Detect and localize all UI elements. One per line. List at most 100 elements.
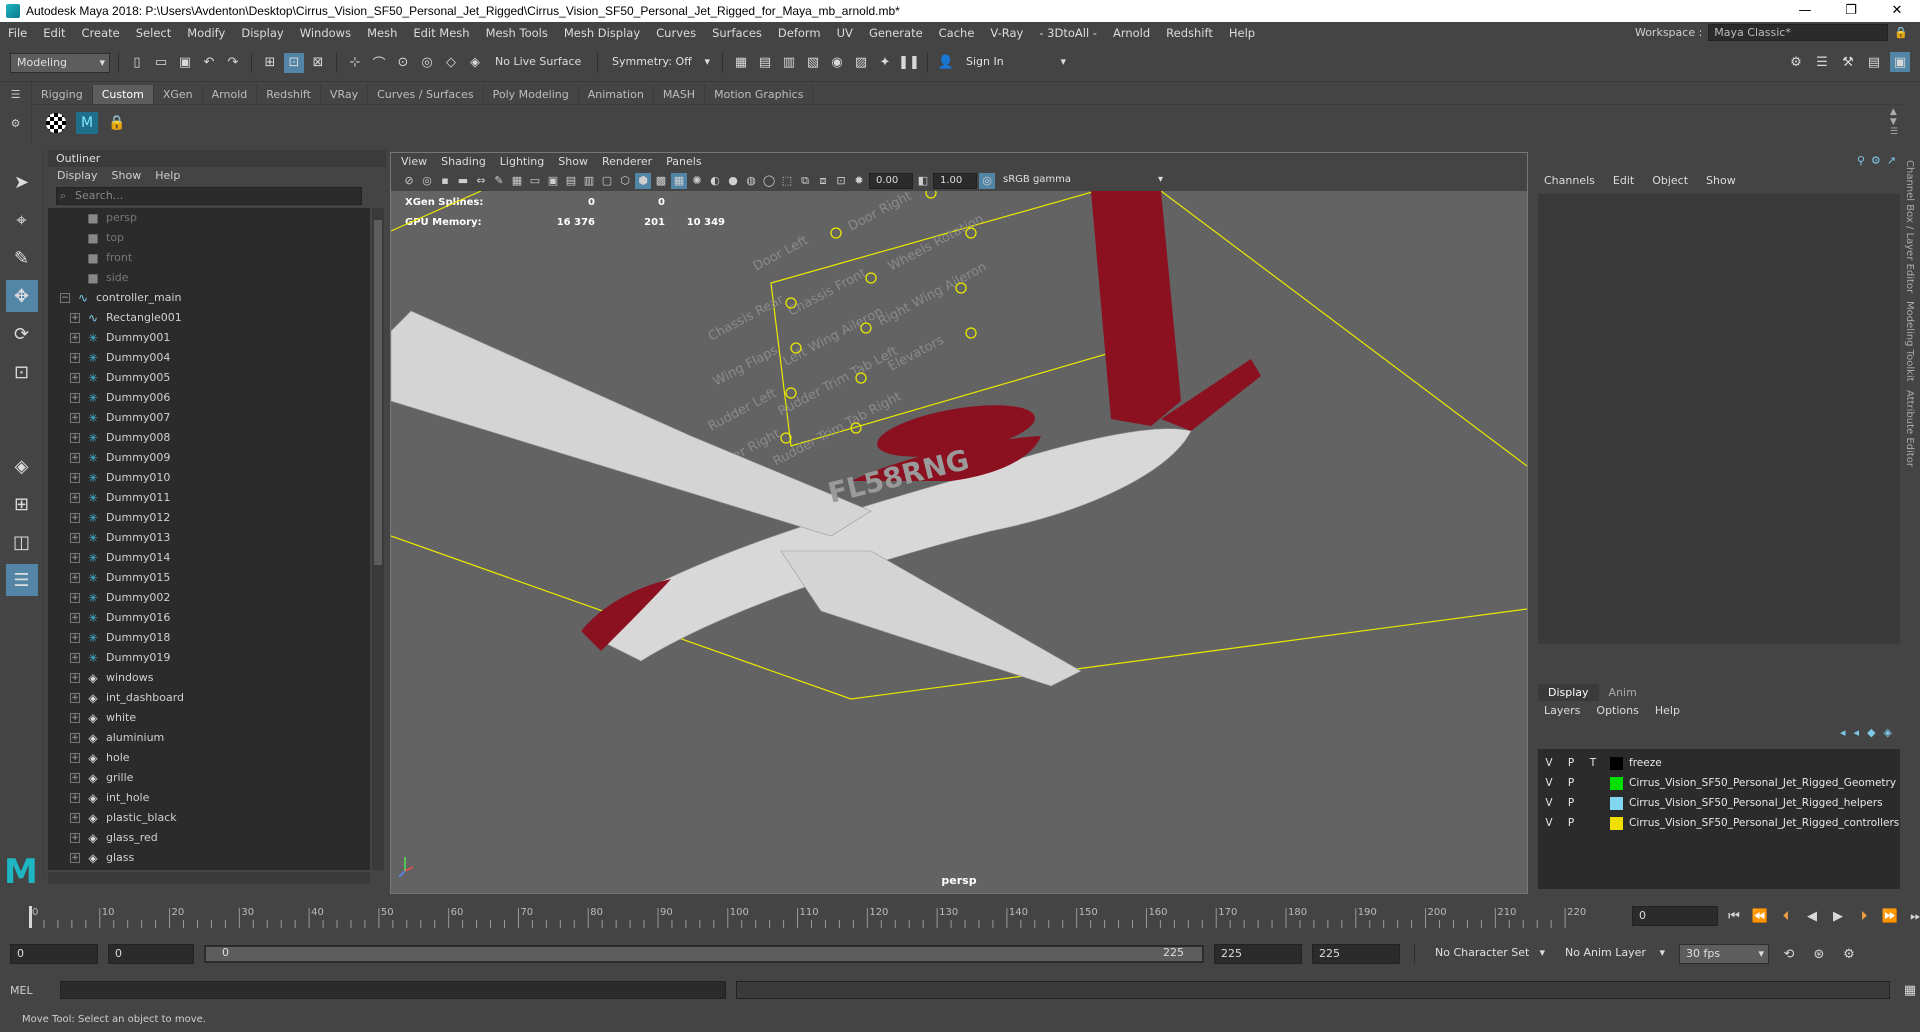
step-back-key-icon[interactable]: ⏪ — [1750, 906, 1770, 926]
channel-box-menu-show[interactable]: Show — [1706, 174, 1736, 187]
outliner-item[interactable]: + ◈ int_dashboard — [48, 688, 370, 708]
select-component-icon[interactable]: ⊠ — [308, 53, 328, 73]
exposure-field[interactable]: 0.00 — [869, 173, 913, 189]
expand-icon[interactable]: + — [70, 453, 80, 463]
channel-box-menu-channels[interactable]: Channels — [1544, 174, 1595, 187]
outliner-item[interactable]: + ◈ plastic_black — [48, 808, 370, 828]
outliner-item[interactable]: + ◈ grille — [48, 768, 370, 788]
playback-start-field[interactable]: 0 — [108, 944, 194, 964]
checker-icon[interactable] — [46, 112, 66, 133]
menu-mesh-display[interactable]: Mesh Display — [556, 26, 648, 40]
viewport-panel[interactable]: View Shading Lighting Show Renderer Panels ⊘ … — [390, 152, 1528, 894]
expand-icon[interactable]: + — [70, 813, 80, 823]
xray-icon[interactable]: ⧉ — [797, 173, 813, 189]
snap-curve-icon[interactable]: ⌒ — [369, 53, 389, 73]
viewport-menu-view[interactable]: View — [401, 153, 427, 171]
loop-icon[interactable]: ⟲ — [1779, 944, 1799, 964]
menu-edit-mesh[interactable]: Edit Mesh — [405, 26, 477, 40]
snap-vertex-icon[interactable]: ◈ — [465, 53, 485, 73]
viewport-menu-panels[interactable]: Panels — [666, 153, 701, 171]
layer-row[interactable]: V P Cirrus_Vision_SF50_Personal_Jet_Rigged… — [1538, 813, 1900, 833]
lock-attributes-icon[interactable]: 🔒 — [108, 115, 125, 131]
snap-grid-icon[interactable]: ⊹ — [345, 53, 365, 73]
menu-set-dropdown[interactable]: Modeling — [10, 52, 110, 73]
shelf-tab-custom[interactable]: Custom — [92, 85, 154, 104]
menu-create[interactable]: Create — [74, 26, 128, 40]
outliner-item[interactable]: ■ front — [48, 248, 370, 268]
menu-surfaces[interactable]: Surfaces — [704, 26, 770, 40]
open-scene-icon[interactable]: ▭ — [151, 53, 171, 73]
anti-aliasing-icon[interactable]: ◯ — [761, 173, 777, 189]
viewport-menu-renderer[interactable]: Renderer — [602, 153, 652, 171]
outliner-vertical-scrollbar[interactable] — [372, 208, 384, 870]
expand-icon[interactable]: + — [70, 513, 80, 523]
outliner-layout-icon[interactable]: ☰ — [5, 564, 38, 596]
four-view-layout-icon[interactable]: ⊞ — [6, 488, 38, 520]
channel-box-menu-object[interactable]: Object — [1652, 174, 1688, 187]
sign-in-dropdown[interactable]: Sign In — [960, 52, 1070, 73]
outliner-item[interactable]: + ✳ Dummy004 — [48, 348, 370, 368]
outliner-item[interactable]: + ◈ hole — [48, 748, 370, 768]
outliner-item[interactable]: + ✳ Dummy010 — [48, 468, 370, 488]
wireframe-on-shaded-icon[interactable]: ▩ — [653, 173, 669, 189]
menu-arnold[interactable]: Arnold — [1105, 26, 1158, 40]
xray-active-icon[interactable]: ⧈ — [815, 173, 831, 189]
ipr-render-icon[interactable]: ▥ — [779, 53, 799, 73]
undo-icon[interactable]: ↶ — [199, 53, 219, 73]
symmetry-dropdown[interactable]: Symmetry: Off — [606, 52, 714, 73]
select-tool-icon[interactable]: ➤ — [6, 166, 38, 198]
menu-redshift[interactable]: Redshift — [1158, 26, 1221, 40]
outliner-item[interactable]: + ✳ Dummy019 — [48, 648, 370, 668]
expand-icon[interactable]: + — [70, 613, 80, 623]
current-frame-field[interactable]: 0 — [1632, 906, 1718, 926]
shelf-scroll-icon[interactable]: ▲ ▼ ☰ — [1890, 107, 1898, 137]
outliner-item[interactable]: + ✳ Dummy002 — [48, 588, 370, 608]
go-to-start-icon[interactable]: ⏮ — [1724, 906, 1744, 926]
gamma-icon[interactable]: ◧ — [915, 173, 931, 189]
maya-shelf-tool-icon[interactable]: M — [76, 111, 98, 134]
expand-icon[interactable]: + — [70, 553, 80, 563]
scene-view[interactable]: Door LeftDoor RightWheels RotationChassi… — [391, 191, 1527, 893]
grid-icon[interactable]: ▦ — [509, 173, 525, 189]
shelf-tab-xgen[interactable]: XGen — [154, 85, 203, 104]
render-view-icon[interactable]: ▦ — [731, 53, 751, 73]
channel-box-tool-icon[interactable]: ⚲ — [1857, 154, 1865, 167]
tool-settings-icon[interactable]: ⚒ — [1838, 52, 1858, 72]
outliner-item[interactable]: − ∿ controller_main — [48, 288, 370, 308]
colorspace-dropdown[interactable]: sRGB gamma — [997, 173, 1167, 189]
move-tool-icon[interactable]: ✥ — [5, 280, 38, 312]
viewport-menu-lighting[interactable]: Lighting — [500, 153, 544, 171]
expand-icon[interactable]: + — [70, 353, 80, 363]
expand-icon[interactable]: + — [70, 713, 80, 723]
maximize-icon[interactable]: ❐ — [1828, 0, 1874, 22]
menu-windows[interactable]: Windows — [292, 26, 359, 40]
snap-view-icon[interactable]: ◎ — [417, 53, 437, 73]
film-gate-icon[interactable]: ▭ — [527, 173, 543, 189]
expand-icon[interactable]: + — [70, 833, 80, 843]
outliner-item[interactable]: + ✳ Dummy008 — [48, 428, 370, 448]
layer-row[interactable]: V P Tfreeze — [1538, 753, 1900, 773]
menu-display[interactable]: Display — [233, 26, 291, 40]
outliner-item[interactable]: + ◈ glass — [48, 848, 370, 868]
expand-icon[interactable]: + — [70, 413, 80, 423]
expand-icon[interactable]: + — [70, 693, 80, 703]
layer-color-swatch[interactable] — [1610, 796, 1623, 810]
play-forwards-icon[interactable]: ▶ — [1828, 906, 1848, 926]
two-pane-layout-icon[interactable]: ◫ — [6, 526, 38, 558]
anim-layer-dropdown[interactable]: No Anim Layer — [1559, 944, 1669, 964]
layer-color-swatch[interactable] — [1610, 816, 1623, 830]
outliner-search-input[interactable]: ⌕ Search... — [56, 187, 362, 205]
expand-icon[interactable]: + — [70, 333, 80, 343]
menu-mesh[interactable]: Mesh — [359, 26, 405, 40]
outliner-item[interactable]: + ✳ Dummy011 — [48, 488, 370, 508]
outliner-menu-show[interactable]: Show — [112, 167, 142, 185]
script-editor-icon[interactable]: ▦ — [1900, 980, 1920, 1000]
channel-box-icon[interactable]: ▤ — [1864, 52, 1884, 72]
lasso-tool-icon[interactable]: ⌖ — [6, 204, 38, 236]
select-hierarchy-icon[interactable]: ⊞ — [260, 53, 280, 73]
layer-menu-layers[interactable]: Layers — [1544, 704, 1580, 717]
expand-icon[interactable]: + — [70, 573, 80, 583]
shelf-tab-curves-surfaces[interactable]: Curves / Surfaces — [368, 85, 484, 104]
outliner-item[interactable]: + ✳ Dummy006 — [48, 388, 370, 408]
outliner-item[interactable]: ■ side — [48, 268, 370, 288]
